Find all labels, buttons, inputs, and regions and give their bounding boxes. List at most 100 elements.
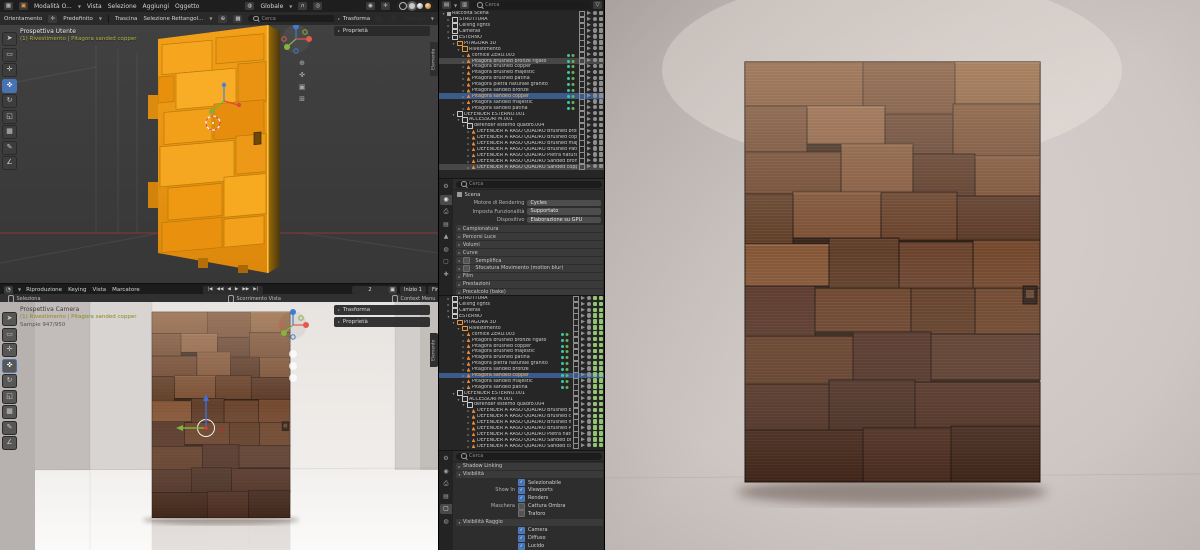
render-toggle-icon[interactable]: [599, 64, 603, 68]
hide-toggle-icon[interactable]: [593, 93, 597, 97]
render-toggle-icon[interactable]: [599, 58, 603, 62]
outliner-row[interactable]: ▸DEFENDER A RASO QUADRO Sanded copper s: [439, 443, 605, 449]
sidebar-panel-properties[interactable]: ▸ Proprietà: [334, 317, 430, 327]
outliner-row[interactable]: ▸DEFENDER A RASO QUADRO Sanded copper s: [439, 164, 605, 170]
selectable-toggle-icon[interactable]: [581, 408, 585, 412]
outliner-editor-2[interactable]: ▸STRUTTURA▸Ceiling lights▸Cameras▾ESTERN…: [439, 295, 605, 451]
viewport-3d-solid[interactable]: ▦ ▣ Modalità O... ▼ VistaSelezioneAggiun…: [0, 0, 438, 283]
render-toggle-icon[interactable]: [599, 140, 603, 144]
viewport-toggle-icon[interactable]: [593, 384, 597, 388]
properties-editor-render[interactable]: ⚙ ◉ ⎙ ▤ ▲ ◍ ▢ ✚ Cerca Scena Motore di Re…: [439, 178, 605, 296]
section-checkbox[interactable]: [463, 265, 470, 272]
disclosure-icon[interactable]: ▸: [461, 76, 466, 81]
sidebar-panel-transform[interactable]: ▸ Trasforma: [334, 14, 430, 24]
shading-material-icon[interactable]: [417, 3, 423, 9]
viewport-rendered-canvas[interactable]: [0, 302, 438, 550]
selectable-toggle-icon[interactable]: [581, 343, 585, 347]
disclosure-icon[interactable]: ▸: [461, 332, 466, 337]
render-toggle-icon[interactable]: [599, 325, 603, 329]
hide-toggle-icon[interactable]: [587, 437, 591, 441]
render-toggle-icon[interactable]: [599, 99, 603, 103]
viewport-toggle-icon[interactable]: [593, 325, 597, 329]
render-toggle-icon[interactable]: [599, 366, 603, 370]
tab-view-layer-icon[interactable]: ▤: [440, 492, 452, 502]
panel-section-header[interactable]: ▸Prestazioni: [456, 281, 603, 288]
hide-toggle-icon[interactable]: [593, 64, 597, 68]
panel-section-header[interactable]: ▸Campionatura: [456, 225, 603, 232]
selectable-toggle-icon[interactable]: [587, 134, 591, 138]
disclosure-icon[interactable]: ▸: [461, 100, 466, 105]
selectable-toggle-icon[interactable]: [587, 76, 591, 80]
hide-toggle-icon[interactable]: [593, 87, 597, 91]
disclosure-icon[interactable]: ▸: [461, 344, 466, 349]
checkbox-toggle-icon[interactable]: [579, 164, 585, 170]
hide-toggle-icon[interactable]: [587, 419, 591, 423]
zoom-icon[interactable]: ⊕: [299, 59, 305, 67]
render-toggle-icon[interactable]: [599, 117, 603, 121]
render-toggle-icon[interactable]: [599, 337, 603, 341]
sidebar-panel-properties[interactable]: ▸ Proprietà: [334, 26, 430, 36]
viewport-menu[interactable]: Selezione: [108, 3, 137, 10]
orientation-dropdown[interactable]: Globale: [260, 3, 283, 10]
render-toggle-icon[interactable]: [599, 302, 603, 306]
selectable-toggle-icon[interactable]: [587, 158, 591, 162]
hide-toggle-icon[interactable]: [587, 331, 591, 335]
selectable-toggle-icon[interactable]: [587, 93, 591, 97]
timeline-editor-icon[interactable]: ◔: [4, 286, 13, 294]
tool-scale-icon[interactable]: ◱: [2, 110, 17, 124]
render-toggle-icon[interactable]: [599, 396, 603, 400]
selectable-toggle-icon[interactable]: [581, 331, 585, 335]
disclosure-icon[interactable]: ▸: [466, 432, 471, 437]
selectable-toggle-icon[interactable]: [587, 28, 591, 32]
render-toggle-icon[interactable]: [599, 129, 603, 133]
selectable-toggle-icon[interactable]: [581, 325, 585, 329]
zoom-button[interactable]: [289, 350, 297, 358]
hide-toggle-icon[interactable]: [593, 134, 597, 138]
viewport-menu[interactable]: Aggiungi: [143, 3, 169, 10]
timeline-menu[interactable]: Marcatore: [112, 287, 140, 293]
tab-tool-icon[interactable]: ⚙: [440, 182, 452, 192]
disclosure-icon[interactable]: ▸: [461, 64, 466, 69]
viewport-toggle-icon[interactable]: [593, 425, 597, 429]
render-toggle-icon[interactable]: [599, 425, 603, 429]
render-toggle-icon[interactable]: [599, 158, 603, 162]
viewport-toggle-icon[interactable]: [593, 378, 597, 382]
tool-annotate-icon[interactable]: ✎: [2, 421, 17, 435]
overlays-icon[interactable]: ◉: [366, 2, 375, 10]
disclosure-icon[interactable]: ▸: [461, 373, 466, 378]
camera-view-icon[interactable]: ▣: [299, 83, 306, 91]
selectable-toggle-icon[interactable]: [587, 111, 591, 115]
panel-section-header[interactable]: ▸Semplifica: [456, 257, 603, 264]
render-toggle-icon[interactable]: [599, 152, 603, 156]
disclosure-icon[interactable]: ▸: [461, 385, 466, 390]
selectable-toggle-icon[interactable]: [587, 105, 591, 109]
viewport-toggle-icon[interactable]: [593, 396, 597, 400]
viewport-toggle-icon[interactable]: [593, 355, 597, 359]
selectable-toggle-icon[interactable]: [581, 402, 585, 406]
toggle-grid-icon[interactable]: ⊞: [299, 95, 305, 103]
tab-render-icon[interactable]: ◉: [440, 467, 452, 477]
disclosure-icon[interactable]: ▸: [461, 82, 466, 87]
disclosure-icon[interactable]: ▾: [456, 326, 461, 331]
camera-button[interactable]: [289, 374, 297, 382]
disclosure-icon[interactable]: ▸: [446, 17, 451, 22]
hide-toggle-icon[interactable]: [587, 414, 591, 418]
tab-physics-icon[interactable]: ◍: [440, 517, 452, 527]
selectable-toggle-icon[interactable]: [581, 425, 585, 429]
selectable-toggle-icon[interactable]: [581, 390, 585, 394]
disclosure-icon[interactable]: ▸: [461, 361, 466, 366]
disclosure-icon[interactable]: ▾: [446, 35, 451, 40]
render-toggle-icon[interactable]: [599, 46, 603, 50]
hide-toggle-icon[interactable]: [593, 152, 597, 156]
viewport-toggle-icon[interactable]: [593, 313, 597, 317]
render-toggle-icon[interactable]: [599, 123, 603, 127]
panel-section-header[interactable]: ▸Film: [456, 273, 603, 280]
selectable-toggle-icon[interactable]: [587, 146, 591, 150]
disclosure-icon[interactable]: ▸: [466, 444, 471, 449]
render-toggle-icon[interactable]: [599, 17, 603, 21]
tool-select-box-icon[interactable]: ▭: [2, 48, 17, 62]
selectable-toggle-icon[interactable]: [587, 164, 591, 168]
hide-toggle-icon[interactable]: [593, 158, 597, 162]
viewport-3d-rendered[interactable]: Prospettiva Camera (1) Rivestimento | Pi…: [0, 302, 438, 550]
mode-dropdown[interactable]: Modalità O...: [34, 3, 72, 10]
